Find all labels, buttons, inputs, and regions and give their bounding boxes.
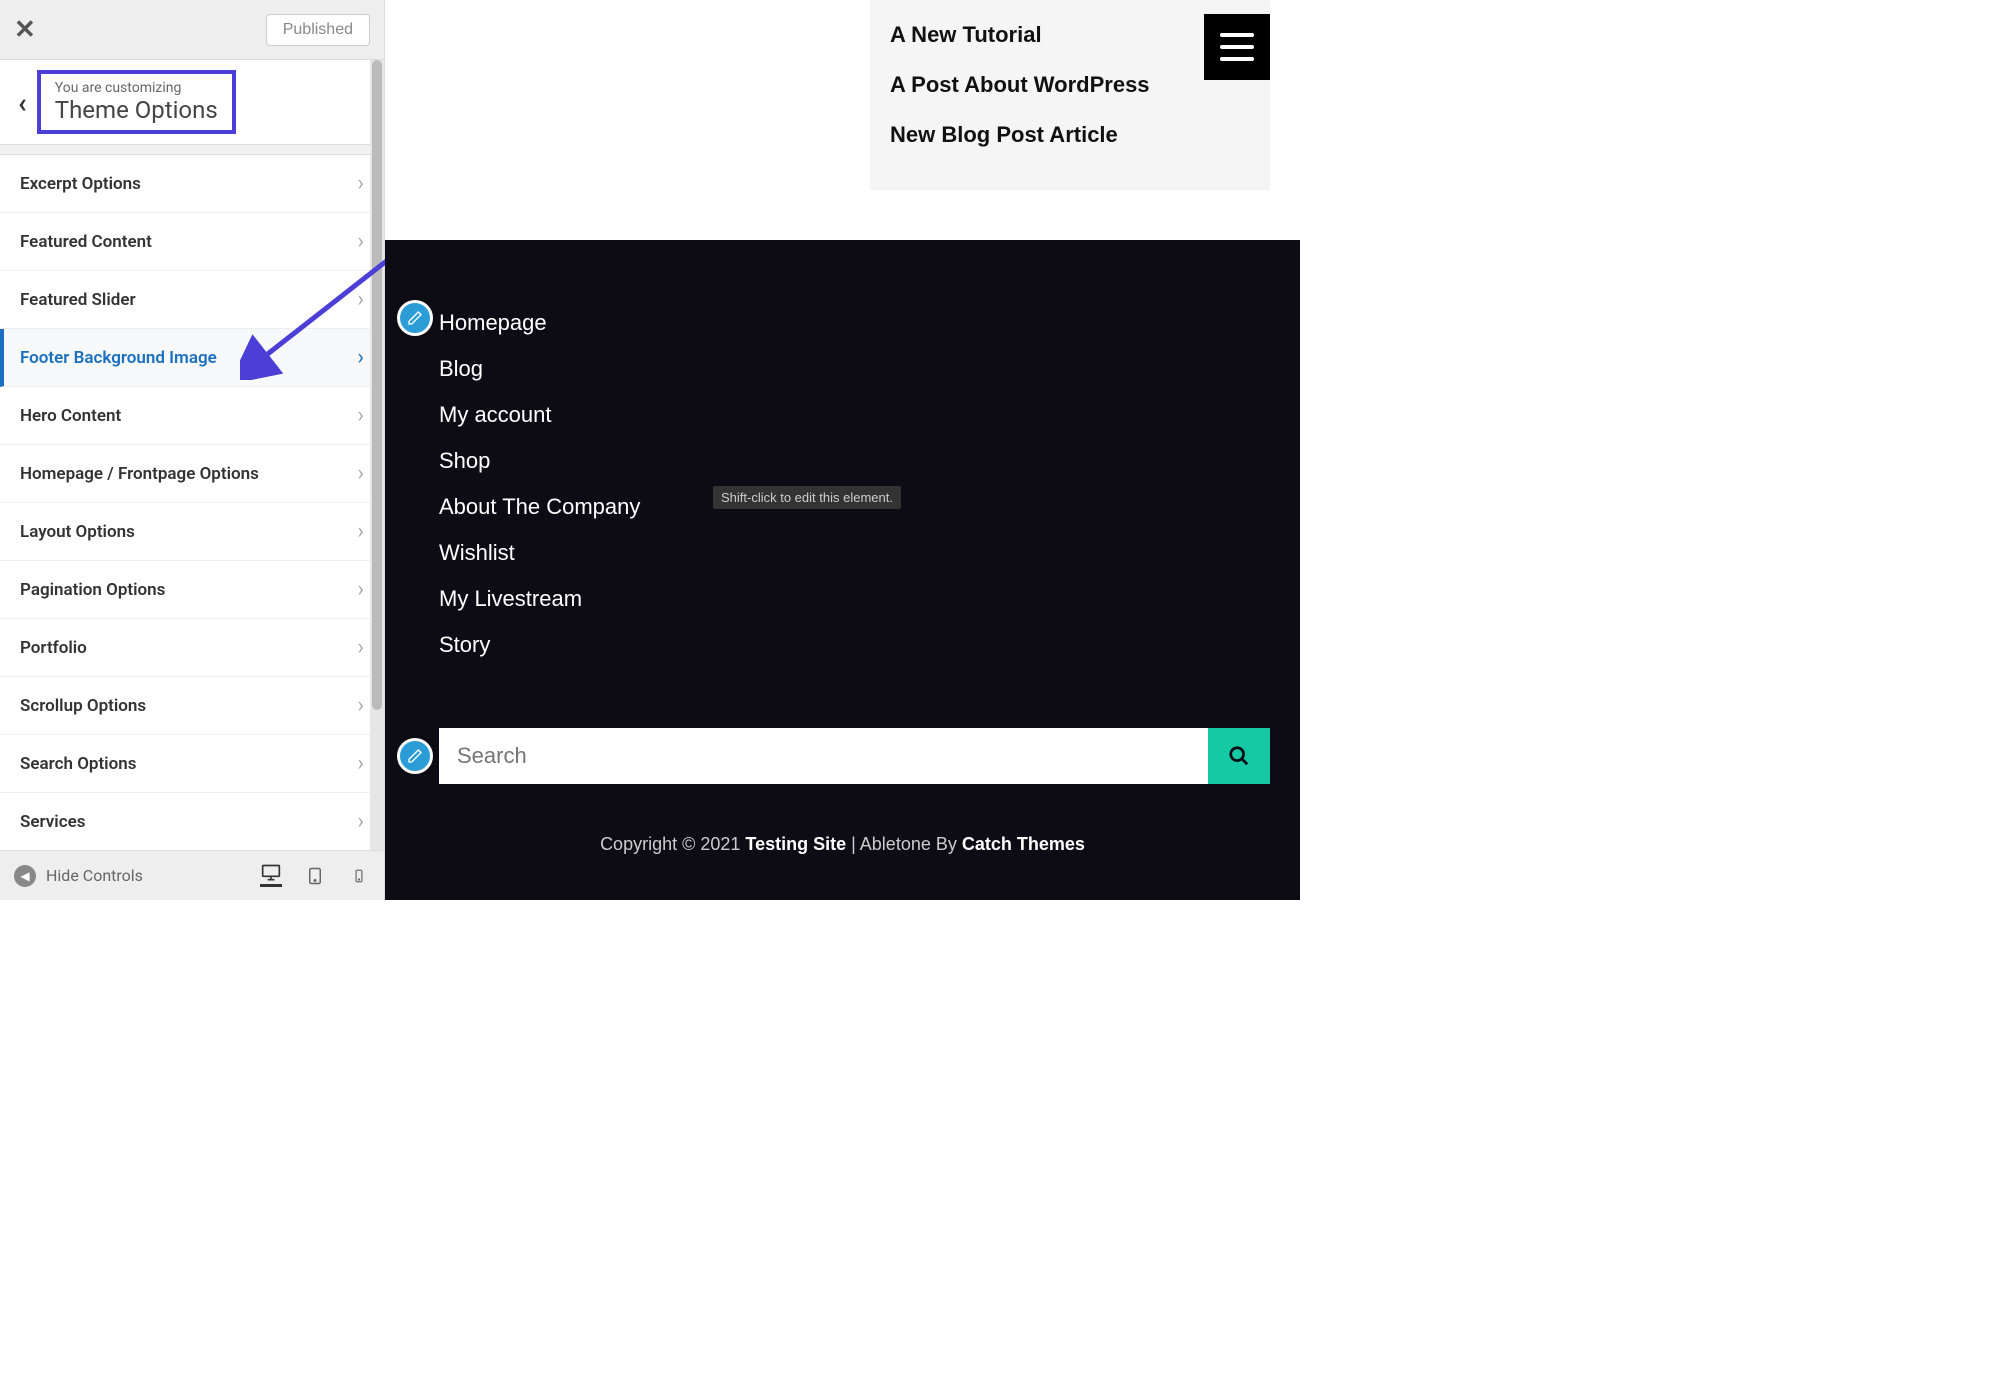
option-search-options[interactable]: Search Options › bbox=[0, 735, 384, 793]
option-label: Hero Content bbox=[20, 406, 121, 426]
chevron-right-icon: › bbox=[357, 751, 364, 776]
footer-nav: HomepageBlogMy accountShopAbout The Comp… bbox=[397, 300, 1270, 668]
footer-nav-item[interactable]: About The Company bbox=[439, 484, 640, 530]
option-label: Homepage / Frontpage Options bbox=[20, 464, 259, 484]
recent-post-link[interactable]: A Post About WordPress bbox=[890, 60, 1250, 110]
hamburger-menu-icon[interactable] bbox=[1204, 14, 1270, 80]
chevron-right-icon: › bbox=[357, 635, 364, 660]
chevron-right-icon: › bbox=[357, 809, 364, 834]
options-list: Excerpt Options›Featured Content›Feature… bbox=[0, 155, 384, 850]
edit-tooltip: Shift-click to edit this element. bbox=[713, 486, 901, 509]
chevron-right-icon: › bbox=[357, 577, 364, 602]
search-icon bbox=[1228, 745, 1250, 767]
section-header: ‹ You are customizing Theme Options bbox=[0, 60, 384, 145]
tablet-icon[interactable] bbox=[304, 865, 326, 887]
footer-nav-item[interactable]: Story bbox=[439, 622, 640, 668]
footer-nav-item[interactable]: My Livestream bbox=[439, 576, 640, 622]
option-layout-options[interactable]: Layout Options › bbox=[0, 503, 384, 561]
option-scrollup-options[interactable]: Scrollup Options › bbox=[0, 677, 384, 735]
option-services[interactable]: Services › bbox=[0, 793, 384, 850]
sidebar-top-bar: ✕ Published bbox=[0, 0, 384, 60]
mobile-icon[interactable] bbox=[348, 865, 370, 887]
copyright-text: Copyright © 2021 Testing Site | Abletone… bbox=[415, 834, 1270, 855]
footer-nav-item[interactable]: Homepage bbox=[439, 300, 640, 346]
option-label: Footer Background Image bbox=[20, 348, 217, 368]
close-icon[interactable]: ✕ bbox=[14, 15, 54, 45]
section-title-box: You are customizing Theme Options bbox=[37, 70, 236, 134]
option-label: Layout Options bbox=[20, 522, 135, 542]
search-button[interactable] bbox=[1208, 728, 1270, 784]
footer-nav-item[interactable]: Blog bbox=[439, 346, 640, 392]
edit-widget-icon[interactable] bbox=[397, 738, 433, 774]
edit-widget-icon[interactable] bbox=[397, 300, 433, 336]
chevron-right-icon: › bbox=[357, 461, 364, 486]
footer-nav-item[interactable]: My account bbox=[439, 392, 640, 438]
collapse-icon: ◀ bbox=[14, 865, 36, 887]
footer-nav-item[interactable]: Wishlist bbox=[439, 530, 640, 576]
chevron-right-icon: › bbox=[357, 403, 364, 428]
chevron-right-icon: › bbox=[357, 519, 364, 544]
theme-author-link[interactable]: Catch Themes bbox=[962, 834, 1085, 854]
chevron-right-icon: › bbox=[357, 287, 364, 312]
option-homepage-frontpage-options[interactable]: Homepage / Frontpage Options › bbox=[0, 445, 384, 503]
chevron-right-icon: › bbox=[357, 171, 364, 196]
chevron-right-icon: › bbox=[357, 693, 364, 718]
option-label: Scrollup Options bbox=[20, 696, 146, 716]
recent-post-link[interactable]: A New Tutorial bbox=[890, 10, 1250, 60]
sidebar-bottom-bar: ◀ Hide Controls bbox=[0, 850, 384, 900]
desktop-icon[interactable] bbox=[260, 865, 282, 887]
option-pagination-options[interactable]: Pagination Options › bbox=[0, 561, 384, 619]
option-label: Pagination Options bbox=[20, 580, 165, 600]
option-label: Featured Slider bbox=[20, 290, 136, 310]
footer-area: HomepageBlogMy accountShopAbout The Comp… bbox=[385, 240, 1300, 900]
device-toggle bbox=[260, 865, 370, 887]
published-button[interactable]: Published bbox=[266, 14, 370, 46]
hide-controls-label: Hide Controls bbox=[46, 866, 143, 885]
sidebar-scrollbar[interactable] bbox=[370, 60, 384, 850]
preview-pane: A New TutorialA Post About WordPressNew … bbox=[385, 0, 1300, 900]
customizer-sidebar: ✕ Published ‹ You are customizing Theme … bbox=[0, 0, 385, 900]
search-input[interactable] bbox=[439, 728, 1208, 784]
option-label: Excerpt Options bbox=[20, 174, 141, 194]
hide-controls-button[interactable]: ◀ Hide Controls bbox=[14, 865, 143, 887]
option-label: Services bbox=[20, 812, 85, 832]
customizing-label: You are customizing bbox=[55, 80, 218, 96]
option-portfolio[interactable]: Portfolio › bbox=[0, 619, 384, 677]
back-chevron-icon[interactable]: ‹ bbox=[8, 86, 37, 119]
option-label: Portfolio bbox=[20, 638, 87, 658]
site-name-link[interactable]: Testing Site bbox=[745, 834, 846, 854]
recent-post-link[interactable]: New Blog Post Article bbox=[890, 110, 1250, 160]
chevron-right-icon: › bbox=[357, 345, 364, 370]
option-label: Search Options bbox=[20, 754, 136, 774]
footer-nav-item[interactable]: Shop bbox=[439, 438, 640, 484]
option-hero-content[interactable]: Hero Content › bbox=[0, 387, 384, 445]
scrollbar-thumb[interactable] bbox=[372, 60, 382, 710]
option-footer-background-image[interactable]: Footer Background Image › bbox=[0, 329, 384, 387]
chevron-right-icon: › bbox=[357, 229, 364, 254]
footer-search bbox=[397, 728, 1270, 784]
option-featured-content[interactable]: Featured Content › bbox=[0, 213, 384, 271]
section-title: Theme Options bbox=[55, 96, 218, 124]
option-excerpt-options[interactable]: Excerpt Options › bbox=[0, 155, 384, 213]
option-featured-slider[interactable]: Featured Slider › bbox=[0, 271, 384, 329]
option-label: Featured Content bbox=[20, 232, 152, 252]
